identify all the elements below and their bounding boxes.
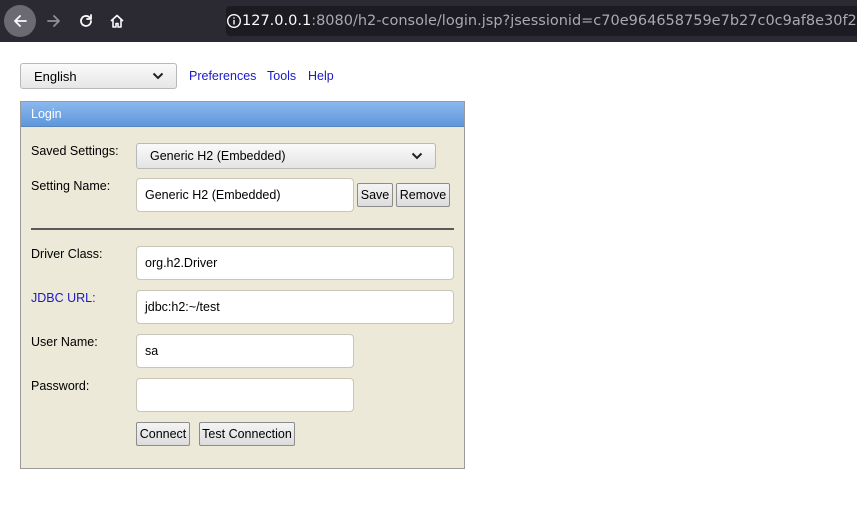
login-panel: Login Saved Settings: Generic H2 (Embedd… [20, 101, 465, 469]
reload-button[interactable] [70, 5, 102, 37]
url-host: 127.0.0.1 [242, 13, 312, 29]
user-name-label: User Name: [31, 335, 98, 349]
jdbc-url-input[interactable]: jdbc:h2:~/test [136, 290, 454, 324]
language-select[interactable]: English [20, 63, 177, 89]
preferences-link[interactable]: Preferences [189, 69, 256, 83]
test-connection-button[interactable]: Test Connection [199, 422, 295, 446]
browser-toolbar: 127.0.0.1:8080/h2-console/login.jsp?jses… [0, 0, 857, 42]
forward-arrow-icon [47, 15, 60, 27]
chevron-down-icon [411, 152, 423, 160]
reload-icon [80, 14, 92, 27]
jdbc-url-link[interactable]: JDBC URL: [31, 291, 96, 305]
language-select-value: English [34, 68, 77, 84]
info-icon[interactable] [226, 13, 242, 29]
driver-class-input[interactable]: org.h2.Driver [136, 246, 454, 280]
connect-button[interactable]: Connect [136, 422, 190, 446]
address-bar[interactable]: 127.0.0.1:8080/h2-console/login.jsp?jses… [226, 6, 857, 36]
chevron-down-icon [152, 72, 164, 80]
url-path: :8080/h2-console/login.jsp?jsessionid=c7… [311, 13, 857, 29]
divider [31, 228, 454, 230]
driver-class-label: Driver Class: [31, 247, 103, 261]
saved-settings-select[interactable]: Generic H2 (Embedded) [136, 143, 436, 169]
back-button[interactable] [4, 5, 36, 37]
user-name-input[interactable]: sa [136, 334, 354, 368]
forward-button[interactable] [38, 5, 70, 37]
help-link[interactable]: Help [308, 69, 334, 83]
password-label: Password: [31, 379, 90, 393]
setting-name-label: Setting Name: [31, 179, 111, 193]
login-header: Login [21, 102, 464, 127]
home-button[interactable] [101, 5, 133, 37]
setting-name-input[interactable]: Generic H2 (Embedded) [136, 178, 354, 212]
tools-link[interactable]: Tools [267, 69, 296, 83]
password-input[interactable] [136, 378, 354, 412]
back-arrow-icon [14, 15, 27, 27]
home-icon [110, 14, 124, 28]
save-button[interactable]: Save [357, 183, 393, 207]
remove-button[interactable]: Remove [396, 183, 450, 207]
saved-settings-label: Saved Settings: [31, 144, 119, 158]
saved-settings-value: Generic H2 (Embedded) [150, 149, 286, 163]
